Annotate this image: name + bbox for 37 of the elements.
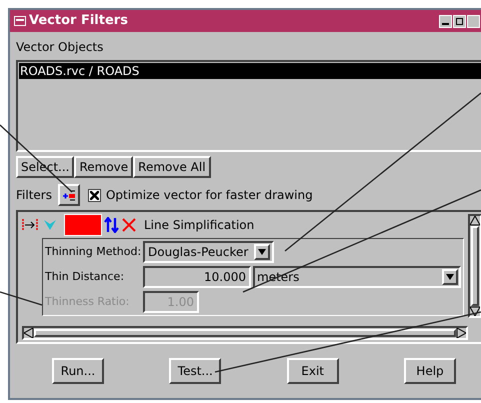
filters-label: Filters [16,187,52,204]
dialog-button[interactable]: Help [404,358,456,384]
reorder-arrows-icon[interactable] [104,217,120,233]
dialog-button[interactable]: Exit [286,358,339,384]
section-label: Vector Objects [16,39,104,56]
scroll-down-icon[interactable] [470,306,480,316]
caret-icon [258,249,266,255]
filter-color-swatch[interactable] [64,214,102,236]
close-icon[interactable] [467,14,480,28]
dropdown-arrow-button[interactable] [442,269,458,285]
list-action-button[interactable]: Remove [74,156,134,178]
leader-line [0,291,42,306]
window-menu-icon[interactable] [14,16,26,26]
list-action-button[interactable]: Remove All [133,156,211,178]
dropdown-value: Douglas-Peucker [148,244,248,261]
vertical-scrollbar[interactable] [468,214,481,318]
window-title: Vector Filters [29,12,128,30]
maximize-icon[interactable] [453,14,466,28]
field-label: Thin Distance: [45,268,126,285]
scroll-up-icon[interactable] [470,216,480,226]
optimize-label: Optimize vector for faster drawing [106,187,313,204]
scroll-right-icon[interactable] [456,328,466,338]
dropdown-arrow-button[interactable] [254,244,270,260]
optimize-checkbox[interactable] [88,188,101,202]
list-item[interactable]: ROADS.rvc / ROADS [19,63,481,79]
scroll-left-icon[interactable] [24,328,34,338]
dialog-button[interactable]: Test... [169,358,222,384]
method-dropdown[interactable]: Douglas-Peucker [143,241,274,263]
caret-icon [446,274,454,280]
horizontal-scrollbar[interactable] [22,326,468,340]
distance-field[interactable]: 10.000 [143,266,251,288]
filter-title: Line Simplification [144,217,254,234]
extent-icon[interactable] [22,219,38,231]
field-label: Thinning Method: [45,244,142,260]
minimize-icon[interactable] [439,14,452,28]
dialog-button[interactable]: Run... [52,358,104,384]
add-filter-icon[interactable] [58,184,80,206]
